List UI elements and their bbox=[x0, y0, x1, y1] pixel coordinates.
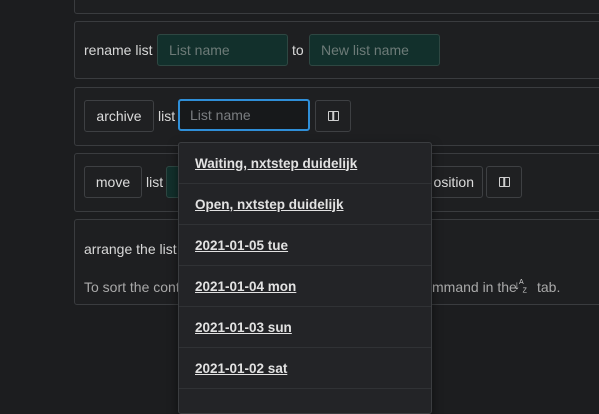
archive-list-input[interactable]: List name bbox=[178, 99, 310, 131]
arrange-hint-tab: tab. bbox=[537, 279, 561, 295]
arrange-hint-start: To sort the cont bbox=[84, 279, 180, 295]
rename-card: rename list List name to New list name bbox=[74, 21, 599, 79]
rename-from-input[interactable]: List name bbox=[157, 34, 288, 66]
archive-card: archive list List name bbox=[74, 87, 599, 146]
dropdown-item[interactable]: 2021-01-02 sat bbox=[179, 348, 431, 389]
dropdown-item[interactable]: Open, nxtstep duidelijk bbox=[179, 184, 431, 225]
dropdown-item[interactable]: 2021-01-05 tue bbox=[179, 225, 431, 266]
arrange-title: arrange the list bbox=[84, 241, 177, 257]
move-list-label: list bbox=[146, 174, 164, 190]
archive-list-label: list bbox=[158, 108, 176, 124]
dropdown-item[interactable]: 2021-01-03 sun bbox=[179, 307, 431, 348]
archive-columns-button[interactable] bbox=[315, 100, 351, 132]
columns-icon bbox=[498, 177, 510, 187]
move-button[interactable]: move bbox=[84, 166, 142, 198]
rename-list-label: rename list bbox=[84, 42, 153, 58]
list-suggestions-dropdown: Waiting, nxtstep duidelijk Open, nxtstep… bbox=[178, 142, 432, 414]
sort-az-icon: ↓AZ bbox=[514, 278, 527, 295]
move-columns-button[interactable] bbox=[486, 166, 522, 198]
arrange-hint-end: mmand in the bbox=[432, 279, 517, 295]
dropdown-item[interactable]: Waiting, nxtstep duidelijk bbox=[179, 143, 431, 184]
archive-button[interactable]: archive bbox=[84, 100, 154, 132]
top-card bbox=[74, 0, 599, 14]
dropdown-item[interactable]: 2021-01-04 mon bbox=[179, 266, 431, 307]
rename-to-input[interactable]: New list name bbox=[309, 34, 440, 66]
columns-icon bbox=[327, 111, 339, 121]
rename-to-label: to bbox=[292, 42, 304, 58]
